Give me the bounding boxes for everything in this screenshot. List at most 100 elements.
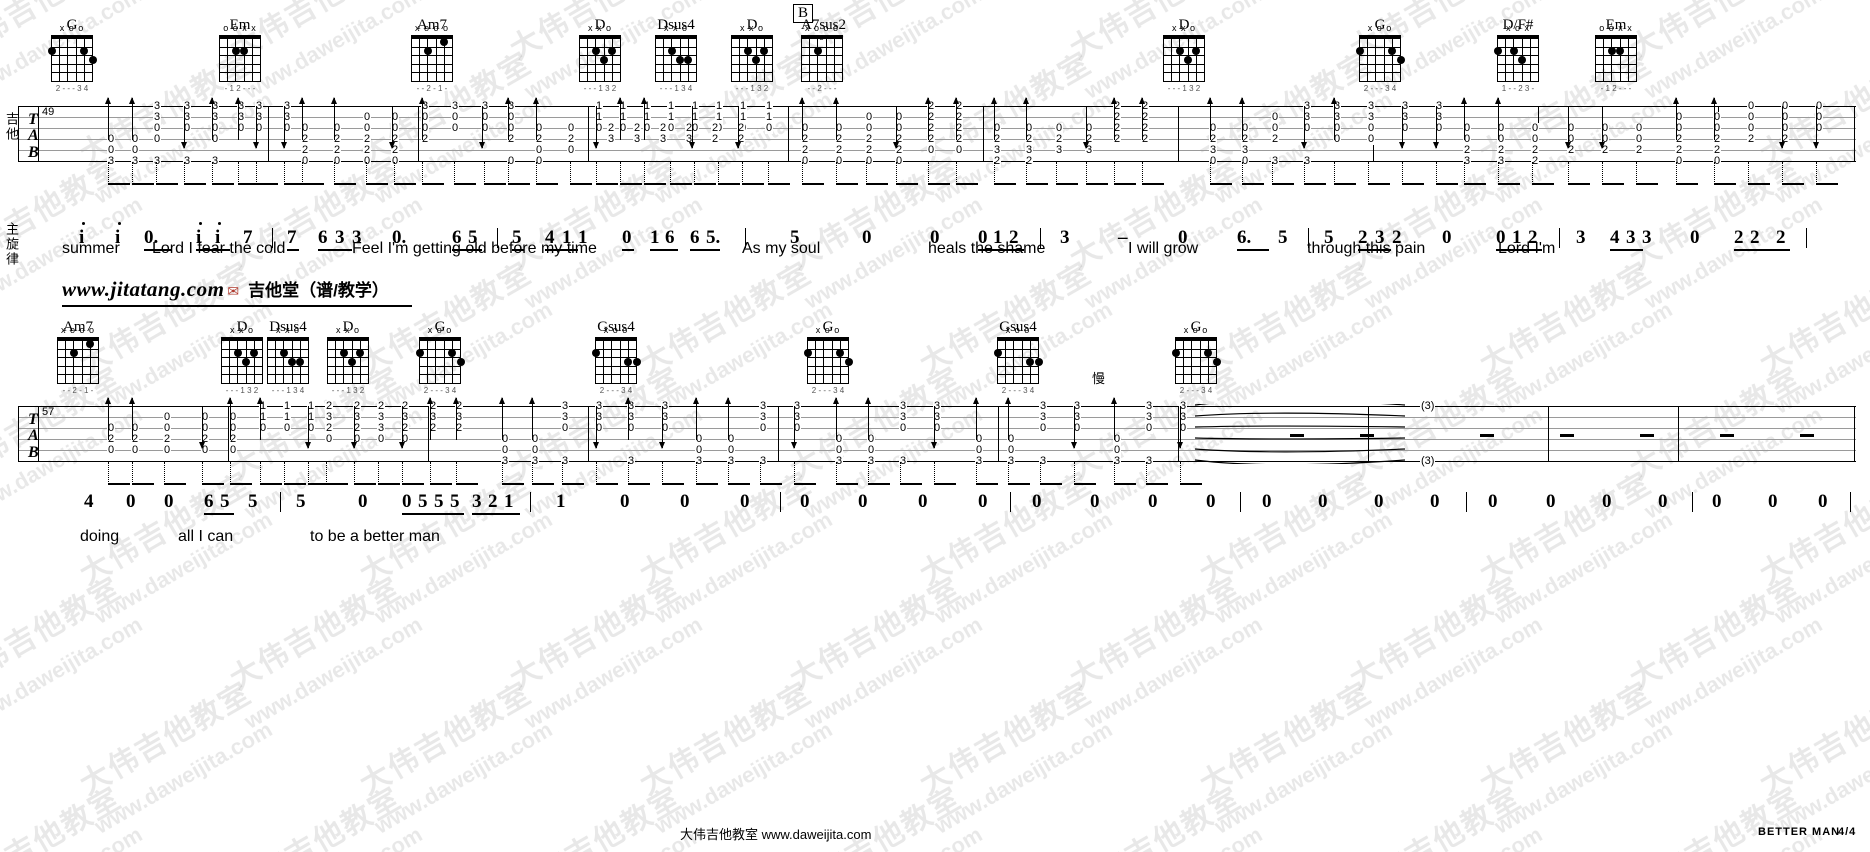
fret-line <box>1359 63 1401 65</box>
rhythm-stem <box>696 462 697 484</box>
rhythm-stem <box>768 162 769 184</box>
fret-line <box>997 340 1039 341</box>
chord-grid: o o x x - 1 2 - - - <box>219 24 261 93</box>
barline <box>18 106 19 162</box>
string-line <box>51 35 52 81</box>
watermark-text: 大伟吉他教室 <box>504 781 688 852</box>
tab-fret-number: 0 <box>765 122 774 134</box>
rhythm-beam <box>108 183 130 185</box>
barline <box>18 406 19 462</box>
string-line <box>747 35 749 81</box>
finger-dot <box>1396 55 1405 64</box>
sustain-dash <box>1640 434 1654 437</box>
watermark-text: 大伟吉他教室 <box>1624 571 1808 697</box>
staff-line <box>18 439 1856 440</box>
rhythm-stem <box>1114 462 1115 484</box>
jianpu-note: 0 <box>1032 491 1042 512</box>
site-banner[interactable]: www.jitatang.com ✉ 吉他堂（谱/教学） <box>62 276 412 307</box>
measure-number-57: 57 <box>42 406 55 418</box>
strum-down-arrow <box>181 106 187 149</box>
string-line <box>1163 35 1164 81</box>
fret-line <box>1163 63 1205 65</box>
finger-dot <box>80 46 89 55</box>
string-line <box>227 35 229 81</box>
rhythm-stem <box>1436 162 1437 184</box>
rhythm-beam <box>212 183 234 185</box>
rhythm-stem <box>596 162 597 184</box>
finger-dot <box>69 348 78 357</box>
jianpu-note: 0 <box>1206 491 1216 512</box>
rhythm-beam <box>1532 183 1554 185</box>
chord-grid: x x o - - - 1 3 2 <box>731 24 773 93</box>
string-line <box>335 337 337 383</box>
rhythm-beam <box>1086 183 1108 185</box>
rhythm-beam <box>302 183 324 185</box>
finger-dot <box>1616 46 1625 55</box>
tab-fret-number: 0 <box>1039 422 1048 434</box>
rhythm-beam <box>422 183 444 185</box>
jianpu-barline <box>530 492 531 512</box>
jianpu-note: 0 <box>402 491 412 512</box>
watermark-url: www.daweijita.com <box>0 822 147 852</box>
chord-diagram: Dx x o- - - 1 3 2 <box>327 320 369 395</box>
tab-fret-number: 2 <box>1635 144 1644 156</box>
finger-dot <box>1509 46 1518 55</box>
fret-line <box>807 383 849 384</box>
lyric-text: I will grow <box>1128 240 1199 257</box>
open-mute-markers: x o o o <box>60 325 96 335</box>
string-line <box>235 35 237 81</box>
barline <box>1548 406 1549 462</box>
lyric-text: to be a better man <box>310 528 440 545</box>
fret-line <box>595 348 637 350</box>
open-mute-markers: o o x x <box>223 23 257 33</box>
strum-up-arrow <box>973 397 979 440</box>
chord-grid: x x o - - - 1 3 4 <box>655 24 697 93</box>
strum-up-arrow <box>1005 397 1011 440</box>
rhythm-beam <box>1180 483 1202 485</box>
jianpu-note: 5 <box>434 491 444 512</box>
string-line <box>1175 337 1176 383</box>
rhythm-beam <box>284 483 306 485</box>
fret-line <box>1595 72 1637 74</box>
rhythm-stem <box>108 462 109 484</box>
string-line <box>411 35 412 81</box>
rhythm-stem <box>536 162 537 184</box>
rhythm-stem <box>1782 162 1783 184</box>
watermark-text: 大伟吉他教室 <box>1064 781 1248 852</box>
fret-line <box>801 81 843 82</box>
tab-staff-system-1 <box>18 106 1856 188</box>
rhythm-stem <box>836 462 837 484</box>
finger-dot <box>440 38 449 47</box>
fret-line <box>1175 340 1217 341</box>
fret-line <box>51 81 93 82</box>
tab-fret-number: 0 <box>363 155 372 167</box>
string-line <box>620 35 621 81</box>
lyrics-system-1: summer Lord I fear the cold Feel I'm getti… <box>0 240 1870 264</box>
rhythm-stem <box>836 162 837 184</box>
rhythm-beam <box>508 183 530 185</box>
strum-down-arrow <box>351 406 357 449</box>
rhythm-stem <box>454 162 455 184</box>
open-mute-markers: x x o <box>739 23 764 33</box>
strum-up-arrow <box>1139 97 1145 140</box>
rhythm-beam <box>718 183 740 185</box>
site-url[interactable]: www.jitatang.com <box>62 277 224 302</box>
rhythm-stem <box>760 462 761 484</box>
string-line <box>1013 337 1015 383</box>
jianpu-barline <box>280 492 281 512</box>
watermark-url: www.daweijita.com <box>930 716 1117 839</box>
finger-dot <box>296 357 305 366</box>
fret-line <box>57 357 99 359</box>
strum-up-arrow <box>925 97 931 140</box>
sustain-dash <box>1800 434 1814 437</box>
watermark-text: 大伟吉他教室 <box>634 676 818 802</box>
fret-line <box>579 55 621 57</box>
finger-dot <box>608 46 617 55</box>
string-line <box>1367 35 1369 81</box>
strum-up-arrow <box>799 97 805 140</box>
jianpu-note: 0 <box>1318 491 1328 512</box>
watermark-text: 大伟吉他教室 <box>1194 676 1378 802</box>
string-line <box>435 35 437 81</box>
string-line <box>772 35 773 81</box>
string-line <box>262 337 263 383</box>
